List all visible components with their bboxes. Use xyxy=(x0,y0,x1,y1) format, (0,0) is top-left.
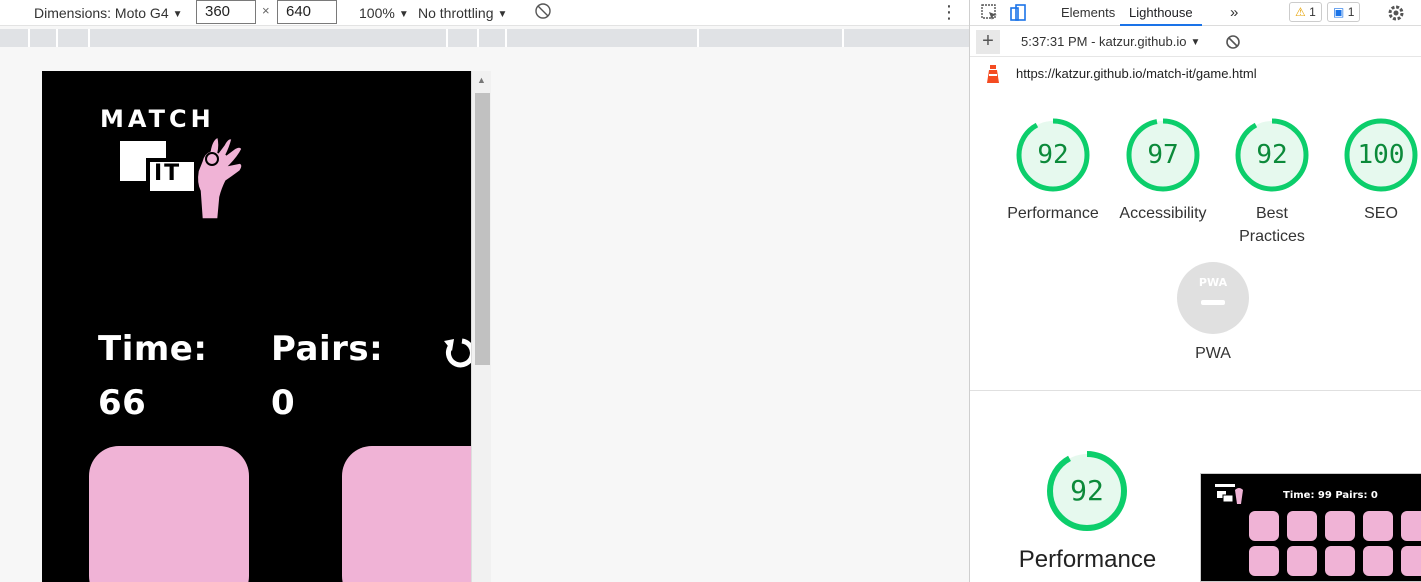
gauge-score: 100 xyxy=(1357,140,1405,170)
report-selector-label: 5:37:31 PM - katzur.github.io xyxy=(1021,34,1187,49)
throttling-label: No throttling xyxy=(418,5,494,21)
rotate-icon[interactable] xyxy=(534,2,552,22)
pwa-label: PWA xyxy=(1195,345,1231,362)
audited-url-bar: https://katzur.github.io/match-it/game.h… xyxy=(970,58,1421,90)
pairs-value: 0 xyxy=(271,383,296,423)
performance-detail-score: 92 xyxy=(1070,474,1104,507)
performance-detail-label: Performance xyxy=(1018,546,1157,573)
warnings-badge[interactable]: ⚠ 1 xyxy=(1289,2,1322,22)
device-dimensions-select[interactable]: Dimensions: Moto G4 ▼ xyxy=(34,3,183,23)
zoom-select[interactable]: 100% ▼ xyxy=(359,3,409,23)
thumbnail-card xyxy=(1401,511,1421,541)
lighthouse-icon xyxy=(987,65,999,83)
thumbnail-card xyxy=(1363,511,1393,541)
thumbnail-card xyxy=(1363,546,1393,576)
messages-count: 1 xyxy=(1347,5,1355,19)
thumbnail-card xyxy=(1249,511,1279,541)
thumbnail-logo xyxy=(1215,484,1243,504)
final-screenshot-thumbnail[interactable]: Time: 99 Pairs: 0 xyxy=(1200,473,1421,582)
device-toolbar: Dimensions: Moto G4 ▼ 360 × 640 100% ▼ No … xyxy=(0,0,969,26)
gauge-score: 97 xyxy=(1147,140,1179,170)
tab-elements[interactable]: Elements xyxy=(1061,0,1115,26)
time-value: 66 xyxy=(98,383,147,423)
score-gauge-performance[interactable]: 92 Performance xyxy=(1007,116,1099,222)
thumbnail-stats: Time: 99 Pairs: 0 xyxy=(1283,490,1378,501)
width-input[interactable]: 360 xyxy=(196,0,256,24)
report-selector[interactable]: 5:37:31 PM - katzur.github.io ▼ xyxy=(1021,34,1200,49)
message-icon: ▣ xyxy=(1333,5,1345,19)
scroll-up-icon[interactable]: ▲ xyxy=(477,75,486,85)
pwa-badge-icon[interactable]: PWA xyxy=(1177,262,1249,334)
more-tabs-icon[interactable]: » xyxy=(1230,0,1238,26)
devtools-panel: Elements Lighthouse » ⚠ 1 ▣ 1 + 5:37:31 … xyxy=(969,0,1421,582)
audited-url[interactable]: https://katzur.github.io/match-it/game.h… xyxy=(1016,66,1257,81)
clear-icon[interactable] xyxy=(1225,34,1241,50)
section-divider xyxy=(970,390,1421,391)
dimension-separator: × xyxy=(262,3,270,18)
height-input[interactable]: 640 xyxy=(277,0,337,24)
game-page: MATCH IT Time: 66 Pairs: 0 xyxy=(42,71,471,582)
viewport-scrollbar[interactable]: ▲ xyxy=(471,71,491,582)
lighthouse-toolbar: + 5:37:31 PM - katzur.github.io ▼ xyxy=(970,27,1421,57)
device-toggle-icon[interactable] xyxy=(1008,3,1028,23)
hand-icon xyxy=(196,136,243,220)
score-gauge-accessibility[interactable]: 97 Accessibility xyxy=(1119,116,1207,222)
zoom-label: 100% xyxy=(359,5,395,21)
scrollbar-thumb[interactable] xyxy=(475,93,490,365)
pwa-dash xyxy=(1201,300,1225,305)
gear-icon[interactable] xyxy=(1386,3,1406,23)
devtools-tabbar: Elements Lighthouse » ⚠ 1 ▣ 1 xyxy=(970,0,1421,26)
device-emulation-pane: Dimensions: Moto G4 ▼ 360 × 640 100% ▼ No … xyxy=(0,0,969,582)
device-viewport: MATCH IT Time: 66 Pairs: 0 ▲ xyxy=(42,71,491,582)
throttling-select[interactable]: No throttling ▼ xyxy=(418,3,507,23)
caret-down-icon: ▼ xyxy=(398,9,409,20)
logo-match-text: MATCH xyxy=(100,105,215,133)
pwa-badge-text: PWA xyxy=(1198,276,1228,289)
gauge-score: 92 xyxy=(1256,140,1288,170)
memory-card[interactable] xyxy=(342,446,471,582)
messages-badge[interactable]: ▣ 1 xyxy=(1327,2,1361,22)
caret-down-icon: ▼ xyxy=(1190,37,1201,48)
new-report-button[interactable]: + xyxy=(976,30,1000,54)
memory-card[interactable] xyxy=(89,446,249,582)
gauge-score: 92 xyxy=(1037,140,1069,170)
caret-down-icon: ▼ xyxy=(172,9,183,20)
thumbnail-card xyxy=(1325,511,1355,541)
thumbnail-card xyxy=(1287,546,1317,576)
gauge-label: SEO xyxy=(1364,205,1398,222)
media-query-ruler[interactable] xyxy=(0,29,969,47)
screen: Dimensions: Moto G4 ▼ 360 × 640 100% ▼ No … xyxy=(0,0,1421,582)
device-dimensions-label: Dimensions: Moto G4 xyxy=(34,5,169,21)
thumbnail-card xyxy=(1325,546,1355,576)
inspect-element-icon[interactable] xyxy=(980,3,1000,23)
score-gauge-seo[interactable]: 100 SEO xyxy=(1342,116,1420,222)
tab-lighthouse[interactable]: Lighthouse xyxy=(1120,0,1202,26)
thumbnail-card xyxy=(1401,546,1421,576)
logo-it-text: IT xyxy=(154,161,182,186)
pairs-label: Pairs: xyxy=(271,329,384,369)
restart-icon[interactable] xyxy=(440,333,471,373)
caret-down-icon: ▼ xyxy=(497,9,508,20)
warning-icon: ⚠ xyxy=(1295,5,1306,19)
score-gauges: 92 Performance 97 Accessibility 92 Best Practi… xyxy=(970,112,1421,382)
warnings-count: 1 xyxy=(1309,5,1316,19)
thumbnail-card xyxy=(1287,511,1317,541)
performance-detail-gauge: 92 xyxy=(1046,450,1128,532)
time-label: Time: xyxy=(98,329,208,369)
score-gauge-best-practices[interactable]: 92 Best Practices xyxy=(1233,116,1311,245)
thumbnail-card xyxy=(1249,546,1279,576)
kebab-icon[interactable]: ⋮ xyxy=(940,1,958,23)
